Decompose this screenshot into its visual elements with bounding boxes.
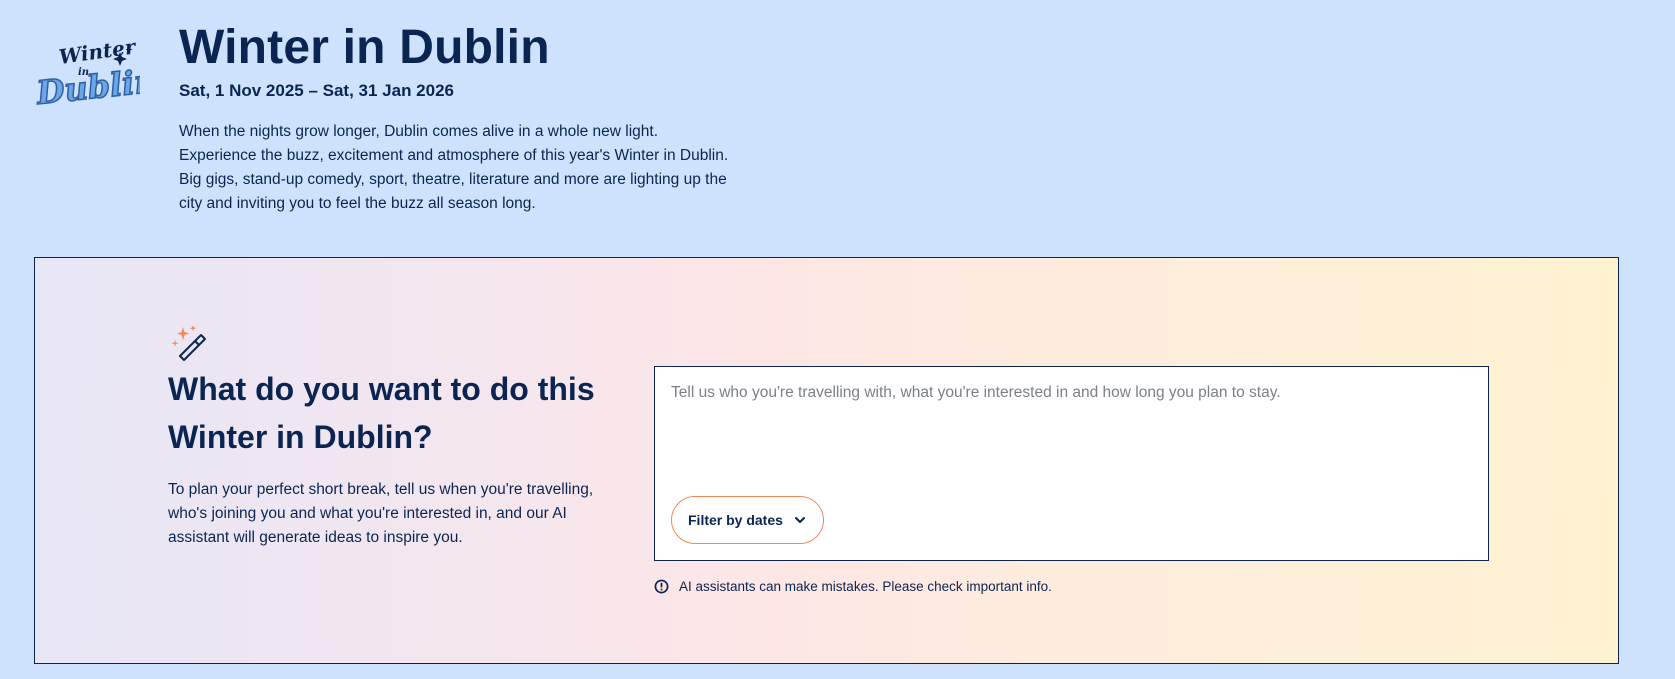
- hero-description: When the nights grow longer, Dublin come…: [179, 123, 729, 212]
- planner-description: To plan your perfect short break, tell u…: [168, 481, 594, 546]
- event-dates: Sat, 1 Nov 2025 – Sat, 31 Jan 2026: [179, 81, 455, 100]
- ai-disclaimer: AI assistants can make mistakes. Please …: [654, 579, 1052, 594]
- hero-text: Winter in Dublin Sat, 1 Nov 2025 – Sat, …: [179, 18, 739, 216]
- disclaimer-text: AI assistants can make mistakes. Please …: [679, 579, 1052, 594]
- page-title: Winter in Dublin: [179, 21, 550, 74]
- planner-heading: What do you want to do this Winter in Du…: [168, 371, 595, 455]
- prompt-box: Filter by dates: [654, 366, 1489, 561]
- filter-by-dates-button[interactable]: Filter by dates: [671, 496, 824, 544]
- trip-prompt-input[interactable]: [671, 381, 1471, 481]
- winter-in-dublin-logo: Winter in Dublin: [33, 40, 140, 112]
- magic-wand-icon: [171, 325, 206, 361]
- svg-text:Dublin: Dublin: [34, 62, 140, 112]
- alert-circle-icon: [654, 579, 669, 594]
- filter-by-dates-label: Filter by dates: [688, 512, 783, 528]
- chevron-down-icon: [794, 517, 805, 523]
- ai-planner-panel: What do you want to do this Winter in Du…: [34, 257, 1619, 664]
- hero-section: Winter in Dublin Winter in Dublin Sat, 1…: [0, 0, 1675, 258]
